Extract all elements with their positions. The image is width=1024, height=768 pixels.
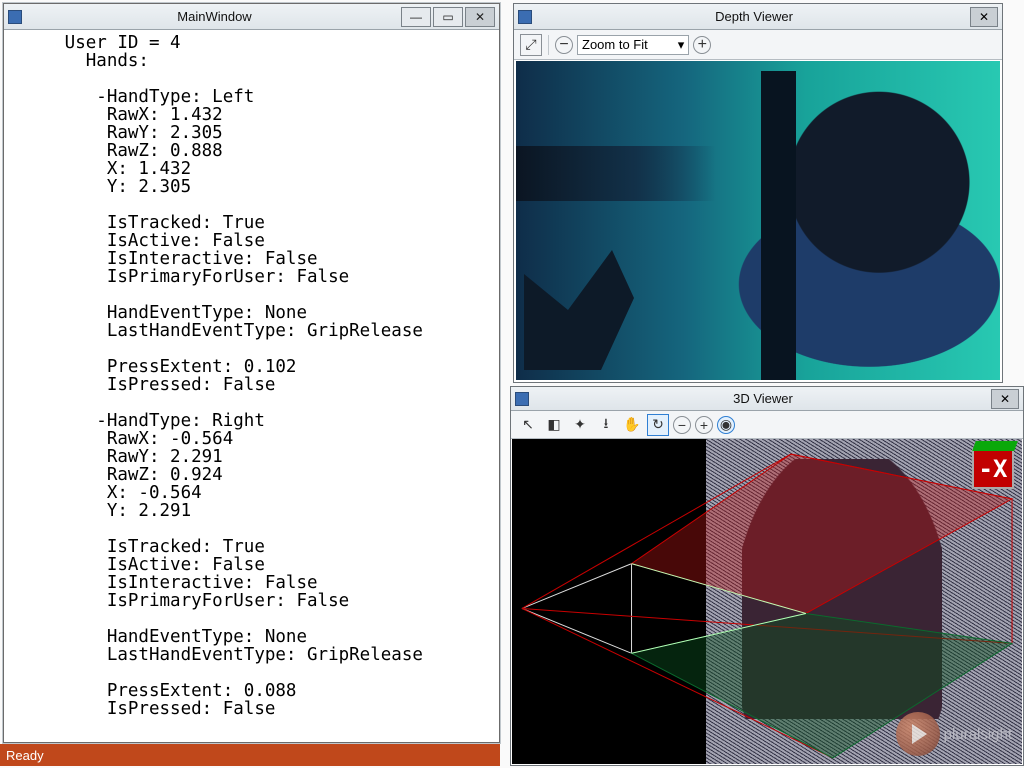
3d-canvas[interactable]: -X pluralsight — [512, 439, 1022, 764]
zoom-out-icon[interactable]: − — [673, 416, 691, 434]
zoom-out-icon[interactable]: − — [555, 36, 573, 54]
pluralsight-logo: pluralsight — [896, 712, 1012, 756]
depth-canvas[interactable] — [516, 61, 1000, 380]
3d-toolbar: ↖ ◧ ✦ ⭳ ✋ ↻ − + ◉ — [511, 411, 1023, 439]
main-window: MainWindow — ▭ ✕ User ID = 4 Hands: -Han… — [3, 3, 500, 743]
depth-shape — [761, 71, 796, 380]
pluralsight-icon — [896, 712, 940, 756]
maximize-button[interactable]: ▭ — [433, 7, 463, 27]
dropdown-icon: ▾ — [678, 37, 685, 53]
close-button[interactable]: ✕ — [465, 7, 495, 27]
app-icon — [515, 392, 529, 406]
3d-viewer-window: 3D Viewer ✕ ↖ ◧ ✦ ⭳ ✋ ↻ − + ◉ -X p — [510, 386, 1024, 766]
3d-titlebar[interactable]: 3D Viewer ✕ — [511, 387, 1023, 411]
play-icon — [912, 724, 927, 744]
main-window-body: User ID = 4 Hands: -HandType: Left RawX:… — [4, 30, 499, 742]
status-text: Ready — [6, 748, 44, 763]
fullscreen-icon[interactable]: ⤢ — [520, 34, 542, 56]
zoom-in-icon[interactable]: + — [693, 36, 711, 54]
app-icon — [8, 10, 22, 24]
depth-title: Depth Viewer — [538, 9, 970, 24]
depth-toolbar: ⤢ − Zoom to Fit ▾ + — [514, 30, 1002, 60]
zoom-to-fit-label: Zoom to Fit — [582, 37, 648, 52]
download-icon[interactable]: ⭳ — [595, 414, 617, 436]
select-icon[interactable]: ◧ — [543, 414, 565, 436]
pick-icon[interactable]: ✦ — [569, 414, 591, 436]
toolbar-separator — [548, 35, 549, 55]
main-window-title: MainWindow — [28, 9, 401, 24]
zoom-to-fit-dropdown[interactable]: Zoom to Fit ▾ — [577, 35, 689, 55]
depth-viewer-window: Depth Viewer ✕ ⤢ − Zoom to Fit ▾ + — [513, 3, 1003, 383]
cursor-icon[interactable]: ↖ — [517, 414, 539, 436]
status-bar: Ready — [0, 744, 500, 766]
close-button[interactable]: ✕ — [991, 389, 1019, 409]
axis-x-label: -X — [972, 449, 1014, 489]
pluralsight-text: pluralsight — [944, 726, 1012, 743]
depth-titlebar[interactable]: Depth Viewer ✕ — [514, 4, 1002, 30]
zoom-in-icon[interactable]: + — [695, 416, 713, 434]
pan-icon[interactable]: ✋ — [621, 414, 643, 436]
depth-shape — [524, 250, 634, 370]
3d-title: 3D Viewer — [535, 391, 991, 406]
main-window-titlebar[interactable]: MainWindow — ▭ ✕ — [4, 4, 499, 30]
close-button[interactable]: ✕ — [970, 7, 998, 27]
orbit-icon[interactable]: ↻ — [647, 414, 669, 436]
earth-icon[interactable]: ◉ — [717, 416, 735, 434]
app-icon — [518, 10, 532, 24]
minimize-button[interactable]: — — [401, 7, 431, 27]
depth-shape — [516, 146, 716, 201]
